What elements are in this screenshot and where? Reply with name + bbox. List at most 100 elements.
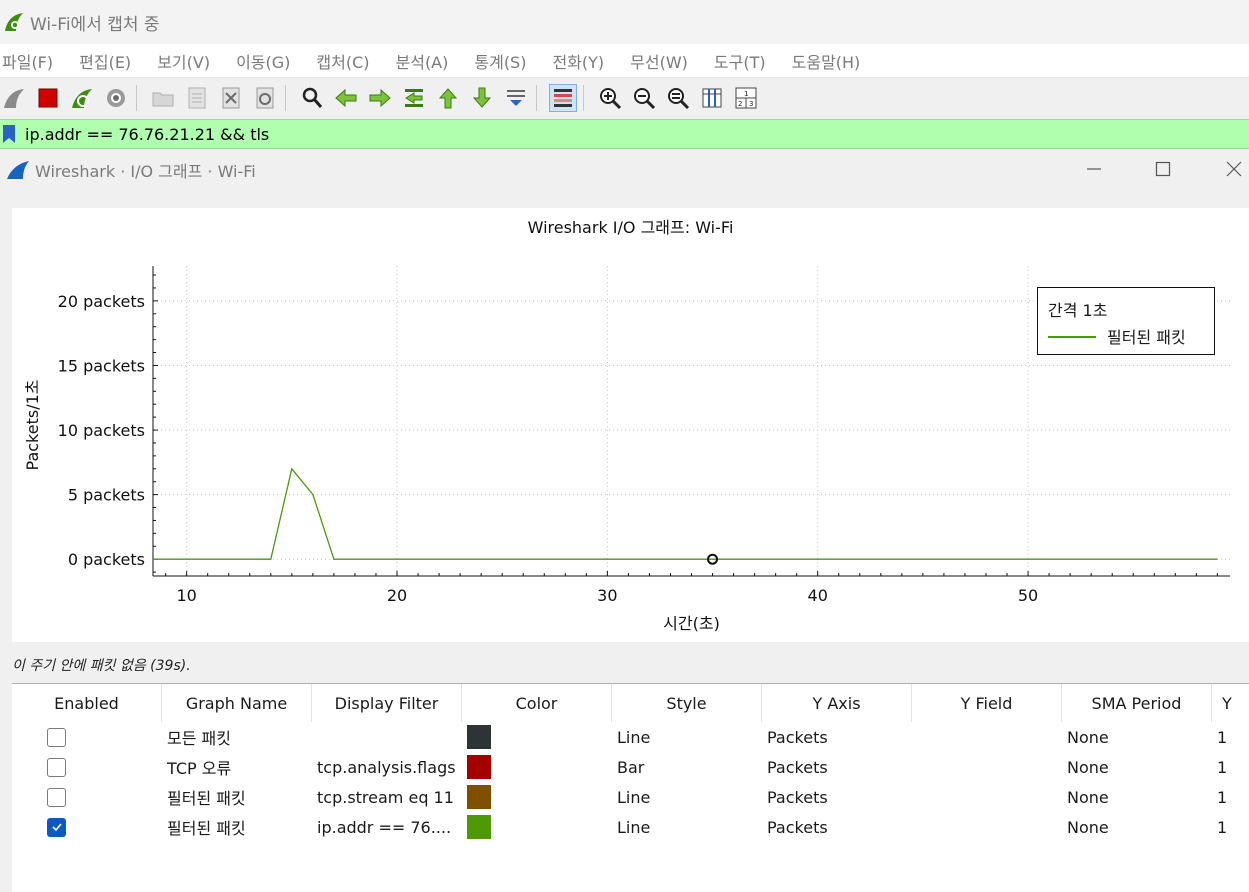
- io-graph-chart[interactable]: 10 20 30 40 50 0 packets 5 packets 10 packets 15…: [12, 208, 1249, 642]
- graph-table: Enabled Graph Name Display Filter Color …: [12, 683, 1249, 892]
- color-swatch[interactable]: [467, 815, 491, 839]
- go-first-icon[interactable]: [434, 84, 462, 112]
- menu-tools[interactable]: 도구(T): [714, 49, 766, 73]
- graph-name-cell[interactable]: 모든 패킷: [167, 722, 231, 752]
- save-file-icon[interactable]: [183, 84, 211, 112]
- y-cell[interactable]: 1: [1217, 782, 1227, 812]
- table-row[interactable]: TCP 오류 tcp.analysis.flags Bar Packets No…: [12, 752, 1249, 782]
- toolbar-separator: [536, 85, 537, 111]
- zoom-in-icon[interactable]: [596, 84, 624, 112]
- sma-period-cell[interactable]: None: [1067, 752, 1109, 782]
- graph-table-header: Enabled Graph Name Display Filter Color …: [12, 684, 1249, 722]
- display-filter-input[interactable]: [25, 124, 1225, 144]
- display-filter-cell[interactable]: ip.addr == 76....: [317, 812, 451, 842]
- y-axis-cell[interactable]: Packets: [767, 782, 828, 812]
- graph-name-cell[interactable]: 필터된 패킷: [167, 782, 246, 812]
- sma-period-cell[interactable]: None: [1067, 782, 1109, 812]
- column-header-display-filter[interactable]: Display Filter: [312, 684, 462, 722]
- style-cell[interactable]: Bar: [617, 752, 644, 782]
- go-last-icon[interactable]: [468, 84, 496, 112]
- enabled-checkbox[interactable]: [47, 757, 66, 777]
- close-button[interactable]: [1214, 154, 1249, 184]
- x-tick-label: 40: [808, 586, 828, 605]
- minimize-button[interactable]: [1074, 154, 1114, 184]
- menu-file[interactable]: 파일(F): [2, 49, 53, 73]
- graph-status-text: 이 주기 안에 패킷 없음 (39s).: [12, 658, 191, 674]
- sma-period-cell[interactable]: None: [1067, 722, 1109, 752]
- menu-edit[interactable]: 편집(E): [79, 49, 131, 73]
- display-filter-cell[interactable]: tcp.stream eq 11: [317, 782, 454, 812]
- style-cell[interactable]: Line: [617, 812, 650, 842]
- x-axis-title: 시간(초): [663, 614, 720, 633]
- y-axis-title: Packets/1초: [23, 380, 42, 471]
- shark-fin-icon[interactable]: [0, 84, 28, 112]
- column-header-y[interactable]: Y: [1212, 684, 1249, 722]
- style-cell[interactable]: Line: [617, 782, 650, 812]
- bookmark-icon[interactable]: [2, 124, 16, 144]
- series-line-filtered-packets: [153, 467, 1218, 560]
- menu-wireless[interactable]: 무선(W): [630, 49, 688, 73]
- display-filter-bar: [0, 119, 1249, 149]
- graph-name-cell[interactable]: TCP 오류: [167, 752, 231, 782]
- y-cell[interactable]: 1: [1217, 812, 1227, 842]
- colorize-icon[interactable]: [549, 84, 577, 112]
- resize-columns-icon[interactable]: [698, 84, 726, 112]
- main-toolbar: 123: [0, 77, 1249, 118]
- io-graph-plot-panel[interactable]: Wireshark I/O 그래프: Wi-Fi 10 20 30 40 50 0 pac…: [12, 208, 1249, 642]
- go-to-packet-icon[interactable]: [400, 84, 428, 112]
- column-header-sma-period[interactable]: SMA Period: [1062, 684, 1212, 722]
- y-cell[interactable]: 1: [1217, 752, 1227, 782]
- display-filter-cell[interactable]: tcp.analysis.flags: [317, 752, 456, 782]
- wireshark-fin-icon: [7, 161, 29, 179]
- maximize-button[interactable]: [1143, 154, 1183, 184]
- table-row[interactable]: 모든 패킷 Line Packets None 1: [12, 722, 1249, 752]
- close-file-icon[interactable]: [217, 84, 245, 112]
- menu-help[interactable]: 도움말(H): [792, 49, 861, 73]
- y-axis-cell[interactable]: Packets: [767, 722, 828, 752]
- enabled-checkbox[interactable]: [47, 727, 66, 747]
- color-swatch[interactable]: [467, 785, 491, 809]
- color-swatch[interactable]: [467, 755, 491, 779]
- stop-capture-icon[interactable]: [34, 84, 62, 112]
- find-packet-icon[interactable]: [298, 84, 326, 112]
- column-header-y-field[interactable]: Y Field: [912, 684, 1062, 722]
- zoom-normal-icon[interactable]: [664, 84, 692, 112]
- open-file-icon[interactable]: [149, 84, 177, 112]
- autoscroll-icon[interactable]: [502, 84, 530, 112]
- column-header-style[interactable]: Style: [612, 684, 762, 722]
- column-header-color[interactable]: Color: [462, 684, 612, 722]
- legend-title: 간격 1초: [1048, 301, 1108, 320]
- capture-options-icon[interactable]: [102, 84, 130, 112]
- graph-name-cell[interactable]: 필터된 패킷: [167, 812, 246, 842]
- reload-file-icon[interactable]: [251, 84, 279, 112]
- menu-view[interactable]: 보기(V): [157, 49, 210, 73]
- style-cell[interactable]: Line: [617, 722, 650, 752]
- y-tick-label: 0 packets: [68, 550, 145, 569]
- legend-series-line: [1048, 336, 1096, 338]
- menu-statistics[interactable]: 통계(S): [474, 49, 526, 73]
- restart-capture-icon[interactable]: [68, 84, 96, 112]
- go-back-icon[interactable]: [332, 84, 360, 112]
- menu-go[interactable]: 이동(G): [236, 49, 290, 73]
- menu-telephony[interactable]: 전화(Y): [552, 49, 604, 73]
- layout-icon[interactable]: 123: [732, 84, 760, 112]
- table-row[interactable]: 필터된 패킷 ip.addr == 76.... Line Packets No…: [12, 812, 1249, 842]
- go-forward-icon[interactable]: [366, 84, 394, 112]
- menu-analyze[interactable]: 분석(A): [396, 49, 449, 73]
- enabled-checkbox-checked[interactable]: [47, 817, 66, 837]
- sma-period-cell[interactable]: None: [1067, 812, 1109, 842]
- column-header-enabled[interactable]: Enabled: [12, 684, 162, 722]
- enabled-checkbox[interactable]: [47, 787, 66, 807]
- main-window-title: Wi-Fi에서 캡처 중: [30, 14, 160, 35]
- plot-legend: 간격 1초 필터된 패킷: [1037, 287, 1215, 355]
- y-axis-cell[interactable]: Packets: [767, 752, 828, 782]
- menu-capture[interactable]: 캡처(C): [316, 49, 369, 73]
- column-header-y-axis[interactable]: Y Axis: [762, 684, 912, 722]
- column-header-graph-name[interactable]: Graph Name: [162, 684, 312, 722]
- y-cell[interactable]: 1: [1217, 722, 1227, 752]
- color-swatch[interactable]: [467, 725, 491, 749]
- table-row[interactable]: 필터된 패킷 tcp.stream eq 11 Line Packets Non…: [12, 782, 1249, 812]
- y-axis-cell[interactable]: Packets: [767, 812, 828, 842]
- x-tick-label: 30: [597, 586, 617, 605]
- zoom-out-icon[interactable]: [630, 84, 658, 112]
